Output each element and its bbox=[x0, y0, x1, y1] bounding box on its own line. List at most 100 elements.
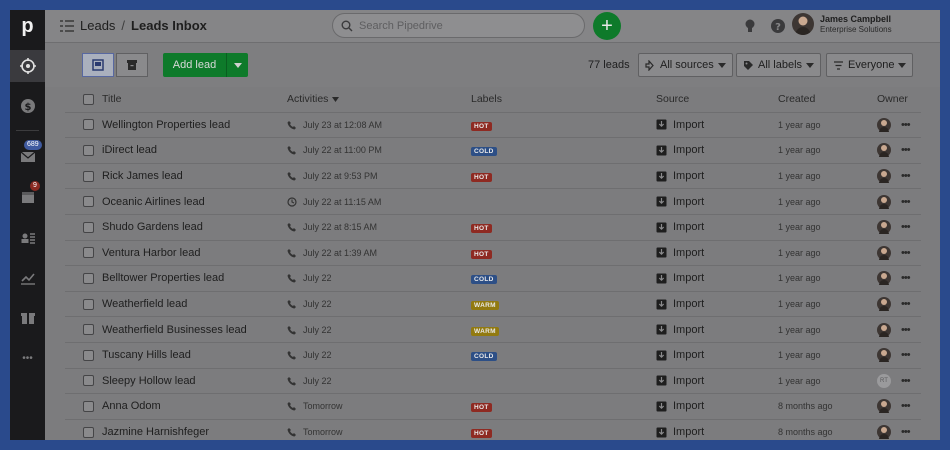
activity-cell[interactable]: July 23 at 12:08 AM bbox=[287, 120, 382, 130]
breadcrumb-parent[interactable]: Leads bbox=[80, 18, 115, 33]
row-checkbox[interactable] bbox=[83, 400, 94, 412]
activity-cell[interactable]: Tomorrow bbox=[287, 427, 343, 437]
column-labels[interactable]: Labels bbox=[471, 93, 502, 105]
lead-title[interactable]: Shudo Gardens lead bbox=[102, 221, 203, 233]
table-row[interactable]: Belltower Properties lead July 22 COLD I… bbox=[65, 266, 921, 292]
lead-title[interactable]: Belltower Properties lead bbox=[102, 272, 224, 284]
owner-avatar[interactable] bbox=[877, 245, 891, 260]
contacts-nav-icon[interactable] bbox=[10, 222, 45, 254]
row-checkbox[interactable] bbox=[83, 349, 94, 361]
lead-title[interactable]: Ventura Harbor lead bbox=[102, 247, 200, 259]
row-checkbox[interactable] bbox=[83, 426, 94, 438]
row-more-icon[interactable]: ••• bbox=[901, 221, 911, 233]
table-row[interactable]: Oceanic Airlines lead July 22 at 11:15 A… bbox=[65, 189, 921, 215]
owner-avatar[interactable]: RT bbox=[877, 373, 891, 388]
owner-filter[interactable]: Everyone bbox=[826, 53, 914, 77]
labels-filter[interactable]: All labels bbox=[736, 53, 822, 77]
list-view-button[interactable] bbox=[82, 53, 114, 77]
row-more-icon[interactable]: ••• bbox=[901, 170, 911, 182]
activity-cell[interactable]: July 22 bbox=[287, 325, 332, 335]
lead-title[interactable]: Weatherfield lead bbox=[102, 298, 187, 310]
owner-avatar[interactable] bbox=[877, 271, 891, 286]
sources-filter[interactable]: All sources bbox=[638, 53, 733, 77]
row-checkbox[interactable] bbox=[83, 324, 94, 336]
column-owner[interactable]: Owner bbox=[877, 93, 908, 105]
table-row[interactable]: Jazmine Harnishfeger Tomorrow HOT Import… bbox=[65, 420, 921, 440]
more-nav-icon[interactable]: ••• bbox=[10, 342, 45, 374]
row-checkbox[interactable] bbox=[83, 196, 94, 208]
table-row[interactable]: Tuscany Hills lead July 22 COLD Import 1… bbox=[65, 343, 921, 369]
lead-title[interactable]: Anna Odom bbox=[102, 400, 161, 412]
column-source[interactable]: Source bbox=[656, 93, 689, 105]
menu-collapse-icon[interactable] bbox=[60, 19, 74, 32]
activity-cell[interactable]: July 22 at 9:53 PM bbox=[287, 171, 378, 181]
help-icon[interactable]: ? bbox=[770, 18, 786, 34]
owner-avatar[interactable] bbox=[877, 143, 891, 158]
lead-title[interactable]: Sleepy Hollow lead bbox=[102, 375, 196, 387]
table-row[interactable]: Shudo Gardens lead July 22 at 8:15 AM HO… bbox=[65, 215, 921, 241]
activity-cell[interactable]: July 22 at 8:15 AM bbox=[287, 222, 377, 232]
row-more-icon[interactable]: ••• bbox=[901, 144, 911, 156]
insights-nav-icon[interactable] bbox=[10, 262, 45, 294]
row-more-icon[interactable]: ••• bbox=[901, 272, 911, 284]
lead-title[interactable]: Tuscany Hills lead bbox=[102, 349, 191, 361]
activity-cell[interactable]: July 22 bbox=[287, 350, 332, 360]
activity-cell[interactable]: July 22 at 11:15 AM bbox=[287, 197, 381, 207]
row-more-icon[interactable]: ••• bbox=[901, 324, 911, 336]
row-checkbox[interactable] bbox=[83, 272, 94, 284]
column-title[interactable]: Title bbox=[102, 93, 121, 105]
pipedrive-logo[interactable]: p bbox=[10, 10, 45, 43]
add-lead-button[interactable]: Add lead bbox=[163, 53, 248, 77]
owner-avatar[interactable] bbox=[877, 399, 891, 414]
row-checkbox[interactable] bbox=[83, 375, 94, 387]
row-checkbox[interactable] bbox=[83, 298, 94, 310]
row-checkbox[interactable] bbox=[83, 247, 94, 259]
add-lead-dropdown[interactable] bbox=[226, 53, 248, 77]
deals-nav-icon[interactable]: $ bbox=[10, 90, 45, 122]
lead-title[interactable]: Oceanic Airlines lead bbox=[102, 196, 205, 208]
owner-avatar[interactable] bbox=[877, 169, 891, 184]
owner-avatar[interactable] bbox=[877, 425, 891, 440]
row-more-icon[interactable]: ••• bbox=[901, 426, 911, 438]
user-menu[interactable]: James Campbell Enterprise Solutions bbox=[792, 13, 892, 35]
row-more-icon[interactable]: ••• bbox=[901, 196, 911, 208]
lightbulb-icon[interactable] bbox=[742, 18, 758, 34]
select-all-checkbox[interactable] bbox=[83, 93, 94, 105]
owner-avatar[interactable] bbox=[877, 117, 891, 132]
activity-cell[interactable]: July 22 at 1:39 AM bbox=[287, 248, 377, 258]
table-row[interactable]: Rick James lead July 22 at 9:53 PM HOT I… bbox=[65, 164, 921, 190]
owner-avatar[interactable] bbox=[877, 220, 891, 235]
row-checkbox[interactable] bbox=[83, 144, 94, 156]
leads-nav-icon[interactable] bbox=[10, 50, 45, 82]
row-checkbox[interactable] bbox=[83, 119, 94, 131]
table-row[interactable]: iDirect lead July 22 at 11:00 PM COLD Im… bbox=[65, 138, 921, 164]
archive-view-button[interactable] bbox=[116, 53, 148, 77]
row-more-icon[interactable]: ••• bbox=[901, 298, 911, 310]
table-row[interactable]: Weatherfield lead July 22 WARM Import 1 … bbox=[65, 292, 921, 318]
table-row[interactable]: Anna Odom Tomorrow HOT Import 8 months a… bbox=[65, 394, 921, 420]
row-more-icon[interactable]: ••• bbox=[901, 119, 911, 131]
activity-cell[interactable]: July 22 at 11:00 PM bbox=[287, 145, 382, 155]
row-more-icon[interactable]: ••• bbox=[901, 400, 911, 412]
lead-title[interactable]: iDirect lead bbox=[102, 144, 157, 156]
activity-cell[interactable]: July 22 bbox=[287, 376, 332, 386]
table-row[interactable]: Wellington Properties lead July 23 at 12… bbox=[65, 113, 921, 139]
table-row[interactable]: Weatherfield Businesses lead July 22 WAR… bbox=[65, 317, 921, 343]
table-row[interactable]: Sleepy Hollow lead July 22 Import 1 year… bbox=[65, 369, 921, 395]
row-checkbox[interactable] bbox=[83, 170, 94, 182]
lead-title[interactable]: Wellington Properties lead bbox=[102, 119, 230, 131]
owner-avatar[interactable] bbox=[877, 194, 891, 209]
row-checkbox[interactable] bbox=[83, 221, 94, 233]
activity-cell[interactable]: July 22 bbox=[287, 299, 332, 309]
quick-add-button[interactable]: + bbox=[593, 12, 621, 40]
lead-title[interactable]: Rick James lead bbox=[102, 170, 183, 182]
row-more-icon[interactable]: ••• bbox=[901, 349, 911, 361]
activity-cell[interactable]: Tomorrow bbox=[287, 401, 343, 411]
column-created[interactable]: Created bbox=[778, 93, 815, 105]
activity-cell[interactable]: July 22 bbox=[287, 273, 332, 283]
row-more-icon[interactable]: ••• bbox=[901, 375, 911, 387]
owner-avatar[interactable] bbox=[877, 322, 891, 337]
owner-avatar[interactable] bbox=[877, 348, 891, 363]
table-row[interactable]: Ventura Harbor lead July 22 at 1:39 AM H… bbox=[65, 241, 921, 267]
lead-title[interactable]: Weatherfield Businesses lead bbox=[102, 324, 247, 336]
